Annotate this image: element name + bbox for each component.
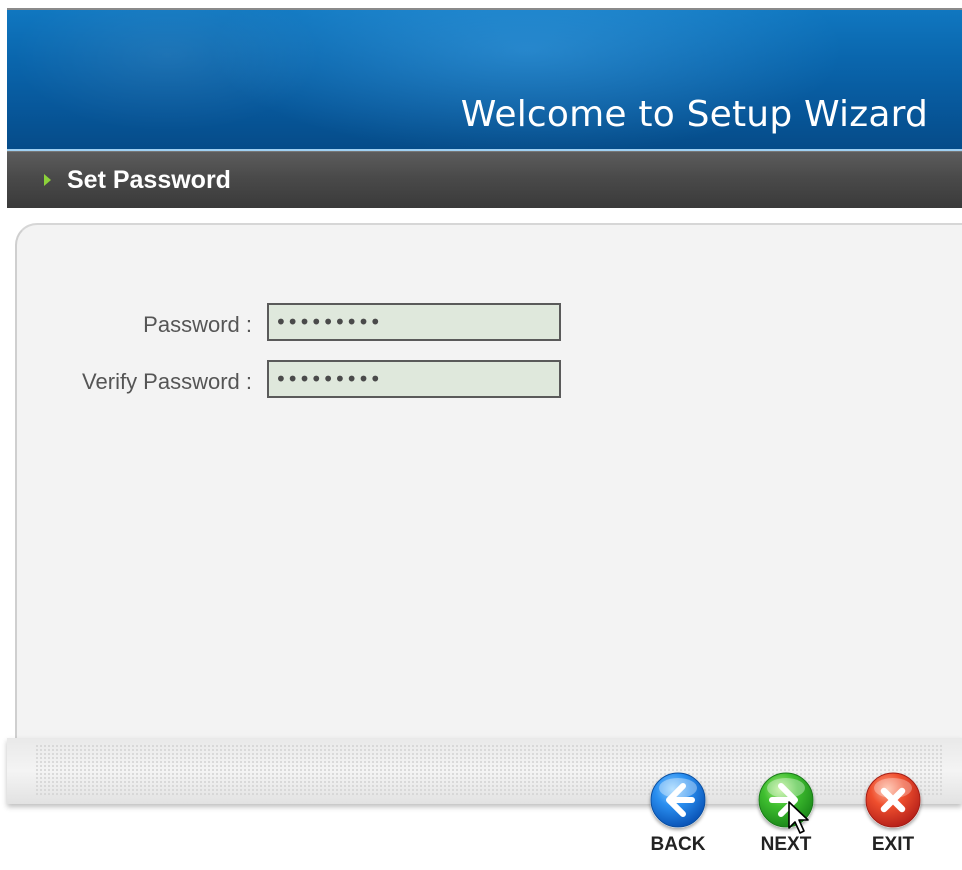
section-header: Set Password — [7, 151, 962, 208]
setup-wizard-window: Welcome to Setup Wizard Set Password Pas… — [0, 0, 962, 870]
verify-password-label: Verify Password : — [82, 369, 252, 394]
triangle-right-icon — [44, 174, 51, 186]
exit-label: EXIT — [871, 834, 915, 855]
next-button[interactable]: NEXT — [750, 772, 822, 870]
section-title: Set Password — [67, 166, 231, 194]
header-banner: Welcome to Setup Wizard — [7, 8, 962, 151]
arrow-left-icon — [650, 772, 706, 828]
next-label: NEXT — [760, 834, 812, 855]
page-title: Welcome to Setup Wizard — [460, 94, 928, 135]
password-input[interactable] — [267, 303, 561, 341]
back-button[interactable]: BACK — [642, 772, 714, 870]
back-label: BACK — [650, 834, 706, 855]
password-label: Password : — [143, 312, 252, 337]
content-panel: Password : Verify Password : — [15, 223, 962, 743]
verify-password-input[interactable] — [267, 360, 561, 398]
close-icon — [865, 772, 921, 828]
exit-button[interactable]: EXIT — [857, 772, 929, 870]
arrow-right-icon — [758, 772, 814, 828]
